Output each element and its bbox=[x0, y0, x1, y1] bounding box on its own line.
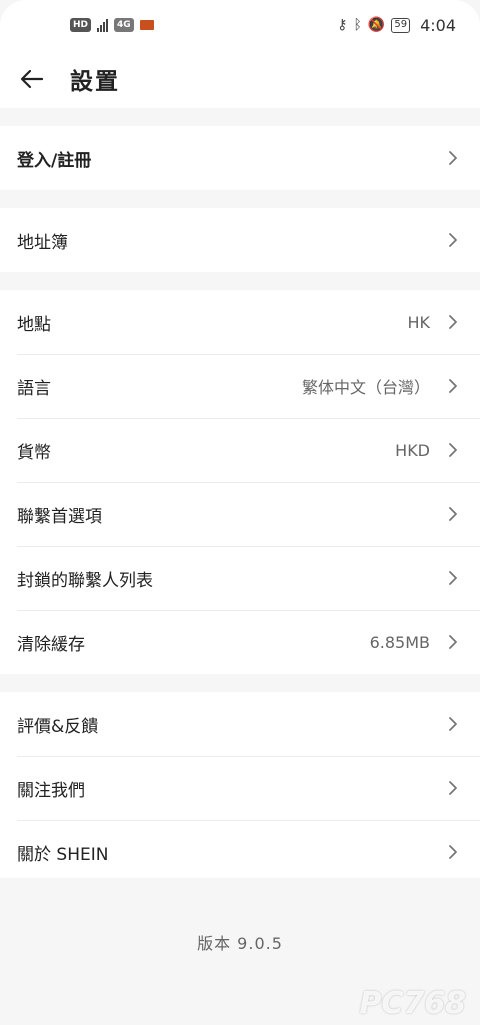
app-header: 設置 bbox=[0, 50, 480, 108]
row-right bbox=[448, 780, 458, 796]
chevron-right-icon bbox=[449, 635, 457, 649]
settings-item-label: 封鎖的聯繫人列表 bbox=[17, 570, 153, 591]
settings-group-preferences: 地點 HK 語言 繁体中文（台灣） 貨幣 HKD 聯繫首選項 封鎖的聯繫人列表 … bbox=[0, 290, 480, 674]
chevron-right-icon bbox=[449, 379, 457, 393]
page-title: 設置 bbox=[70, 69, 120, 95]
settings-item-value: 繁体中文（台灣） bbox=[301, 378, 430, 397]
row-right: HKD bbox=[395, 441, 458, 460]
settings-item-label: 地址簿 bbox=[17, 232, 68, 253]
section-gap bbox=[0, 272, 480, 290]
settings-item-label: 登入/註冊 bbox=[17, 150, 92, 171]
section-gap bbox=[0, 190, 480, 208]
settings-item-value: HKD bbox=[395, 440, 430, 460]
settings-item-value: 6.85MB bbox=[369, 632, 430, 652]
settings-item-blocked-contacts[interactable]: 封鎖的聯繫人列表 bbox=[0, 546, 480, 610]
status-time: 4:04 bbox=[420, 15, 456, 35]
status-right: ⚷ ᛒ 🔕 59 4:04 bbox=[337, 16, 456, 35]
version-text: 版本 9.0.5 bbox=[197, 934, 283, 953]
settings-item-label: 地點 bbox=[17, 314, 51, 335]
settings-item-contact-preferences[interactable]: 聯繫首選項 bbox=[0, 482, 480, 546]
key-icon: ⚷ bbox=[337, 17, 348, 33]
chevron-right-icon bbox=[449, 315, 457, 329]
settings-item-address-book[interactable]: 地址簿 bbox=[0, 208, 480, 272]
chevron-right-icon bbox=[449, 151, 457, 165]
settings-item-value: HK bbox=[407, 312, 430, 332]
bluetooth-icon: ᛒ bbox=[353, 17, 362, 33]
hd-badge: HD bbox=[70, 18, 92, 32]
settings-item-currency[interactable]: 貨幣 HKD bbox=[0, 418, 480, 482]
silent-bell-icon: 🔕 bbox=[367, 17, 386, 33]
settings-group-about: 評價&反饋 關注我們 關於 SHEIN bbox=[0, 692, 480, 884]
battery-icon: 59 bbox=[391, 17, 411, 33]
settings-item-label: 清除緩存 bbox=[17, 634, 85, 655]
watermark-logo: PC768 bbox=[359, 986, 466, 1021]
chevron-right-icon bbox=[449, 443, 457, 457]
settings-item-location[interactable]: 地點 HK bbox=[0, 290, 480, 354]
row-right bbox=[448, 844, 458, 860]
status-bar: HD 4G ⚷ ᛒ 🔕 59 4:04 bbox=[0, 0, 480, 50]
chevron-right-icon bbox=[449, 233, 457, 247]
status-left: HD 4G bbox=[70, 18, 154, 32]
settings-group-address: 地址簿 bbox=[0, 208, 480, 272]
settings-item-clear-cache[interactable]: 清除緩存 6.85MB bbox=[0, 610, 480, 674]
settings-item-label: 聯繫首選項 bbox=[17, 506, 102, 527]
settings-item-label: 貨幣 bbox=[17, 442, 51, 463]
row-right: HK bbox=[407, 313, 458, 332]
settings-item-language[interactable]: 語言 繁体中文（台灣） bbox=[0, 354, 480, 418]
settings-item-label: 評價&反饋 bbox=[17, 716, 99, 737]
settings-group-account: 登入/註冊 bbox=[0, 126, 480, 190]
settings-item-login-register[interactable]: 登入/註冊 bbox=[0, 126, 480, 190]
network-badge: 4G bbox=[114, 18, 134, 32]
settings-item-label: 關注我們 bbox=[17, 780, 85, 801]
settings-item-label: 語言 bbox=[17, 378, 51, 399]
settings-item-rate-feedback[interactable]: 評價&反饋 bbox=[0, 692, 480, 756]
chevron-right-icon bbox=[449, 845, 457, 859]
row-right: 6.85MB bbox=[370, 633, 458, 652]
chevron-right-icon bbox=[449, 717, 457, 731]
notification-app-icon bbox=[139, 20, 154, 30]
settings-item-about-shein[interactable]: 關於 SHEIN bbox=[0, 820, 480, 884]
row-right bbox=[448, 506, 458, 522]
row-right bbox=[448, 570, 458, 586]
row-right: 繁体中文（台灣） bbox=[302, 374, 458, 398]
settings-item-label: 關於 SHEIN bbox=[17, 844, 109, 865]
section-gap bbox=[0, 674, 480, 692]
settings-item-follow-us[interactable]: 關注我們 bbox=[0, 756, 480, 820]
section-gap bbox=[0, 108, 480, 126]
chevron-right-icon bbox=[449, 507, 457, 521]
row-right bbox=[448, 716, 458, 732]
signal-icon bbox=[97, 18, 109, 32]
chevron-right-icon bbox=[449, 571, 457, 585]
back-arrow-icon[interactable] bbox=[18, 65, 46, 93]
row-right bbox=[448, 232, 458, 248]
phone-screen: HD 4G ⚷ ᛒ 🔕 59 4:04 設置 登入/註冊 地址簿 地點 HK 語… bbox=[0, 0, 480, 1025]
chevron-right-icon bbox=[449, 781, 457, 795]
row-right bbox=[448, 150, 458, 166]
